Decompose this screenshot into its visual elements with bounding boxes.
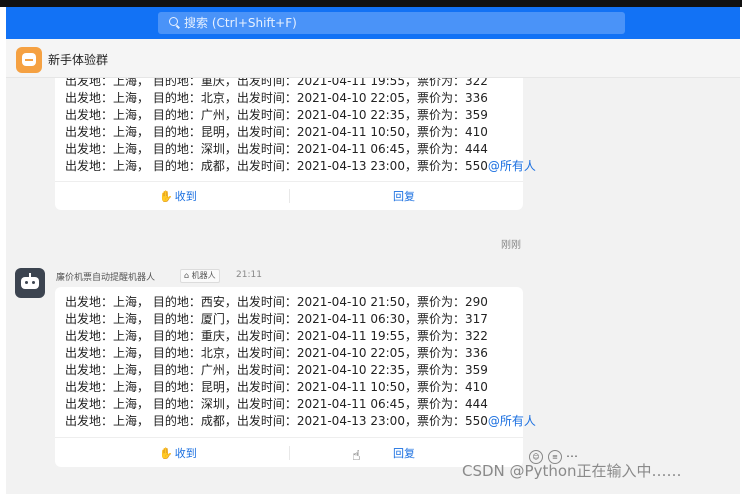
message-line: 出发地：上海， 目的地：广州，出发时间：2021-04-10 22:35，票价为… [65,363,488,377]
search-placeholder: 搜索 (Ctrl+Shift+F) [184,16,297,30]
bot-tag: ⌂ 机器人 [180,269,220,283]
received-button[interactable]: ✋ 收到 [159,445,197,461]
top-black-strip [0,0,742,7]
search-icon [169,17,178,26]
message-line: 出发地：上海， 目的地：成都，出发时间：2021-04-13 23:00，票价为… [65,158,536,175]
chat-header: 新手体验群 [6,39,740,78]
message-line: 出发地：上海， 目的地：西安，出发时间：2021-04-10 21:50，票价为… [65,295,488,309]
message-line: 出发地：上海， 目的地：北京，出发时间：2021-04-10 22:05，票价为… [65,91,488,105]
message-line: 出发地：上海， 目的地：昆明，出发时间：2021-04-11 10:50，票价为… [65,125,488,139]
bot-avatar[interactable] [15,268,45,298]
received-label: 收到 [174,447,197,460]
message-line: 出发地：上海， 目的地：深圳，出发时间：2021-04-11 06:45，票价为… [65,142,488,156]
hand-cursor-icon: ☝ [352,448,361,464]
message-line: 出发地：上海， 目的地：重庆，出发时间：2021-04-11 19:55，票价为… [65,78,488,88]
message-card: 出发地：上海， 目的地：西安，出发时间：2021-04-10 21:50，票价为… [55,287,536,467]
message-time: 21:11 [236,270,262,280]
message-card: 出发地：上海， 目的地：重庆，出发时间：2021-04-11 19:55，票价为… [55,78,536,210]
divider [289,189,290,203]
bot-tag-label: 机器人 [191,271,216,280]
divider [55,181,523,182]
received-button[interactable]: ✋ 收到 [159,188,197,204]
message-line: 出发地：上海， 目的地：厦门，出发时间：2021-04-11 06:30，票价为… [65,312,488,326]
chat-bubble-icon [22,53,36,66]
mention-link[interactable]: @所有人 [488,414,536,428]
read-status: 刚刚 [501,240,521,251]
reply-button[interactable]: 回复 [393,445,415,461]
message-list[interactable]: 出发地：上海， 目的地：重庆，出发时间：2021-04-11 19:55，票价为… [6,78,740,494]
message-line: 出发地：上海， 目的地：重庆，出发时间：2021-04-11 19:55，票价为… [65,329,488,343]
message-line: 出发地：上海， 目的地：成都，出发时间：2021-04-13 23:00，票价为… [65,413,536,430]
message-line-text: 出发地：上海， 目的地：成都，出发时间：2021-04-13 23:00，票价为… [65,159,488,173]
message-line: 出发地：上海， 目的地：昆明，出发时间：2021-04-11 10:50，票价为… [65,380,488,394]
message-line-text: 出发地：上海， 目的地：成都，出发时间：2021-04-13 23:00，票价为… [65,414,488,428]
reply-button[interactable]: 回复 [393,188,415,204]
message-line: 出发地：上海， 目的地：深圳，出发时间：2021-04-11 06:45，票价为… [65,397,488,411]
divider [289,446,290,460]
thumbs-up-icon: ✋ [159,190,173,203]
group-name[interactable]: 新手体验群 [48,51,108,68]
search-input[interactable]: 搜索 (Ctrl+Shift+F) [158,12,625,34]
robot-eye [25,281,28,284]
message-line: 出发地：上海， 目的地：广州，出发时间：2021-04-10 22:35，票价为… [65,108,488,122]
thumbs-up-icon: ✋ [159,447,173,460]
received-label: 收到 [174,190,197,203]
divider [55,437,523,438]
message-line: 出发地：上海， 目的地：北京，出发时间：2021-04-10 22:05，票价为… [65,346,488,360]
robot-small-icon: ⌂ [184,271,190,280]
sender-name[interactable]: 廉价机票自动提醒机器人 [56,270,155,283]
robot-eye [32,281,35,284]
mention-link[interactable]: @所有人 [488,159,536,173]
group-avatar[interactable] [16,47,42,73]
watermark: CSDN @Python正在输入中…… [462,462,682,480]
robot-icon [21,277,39,289]
